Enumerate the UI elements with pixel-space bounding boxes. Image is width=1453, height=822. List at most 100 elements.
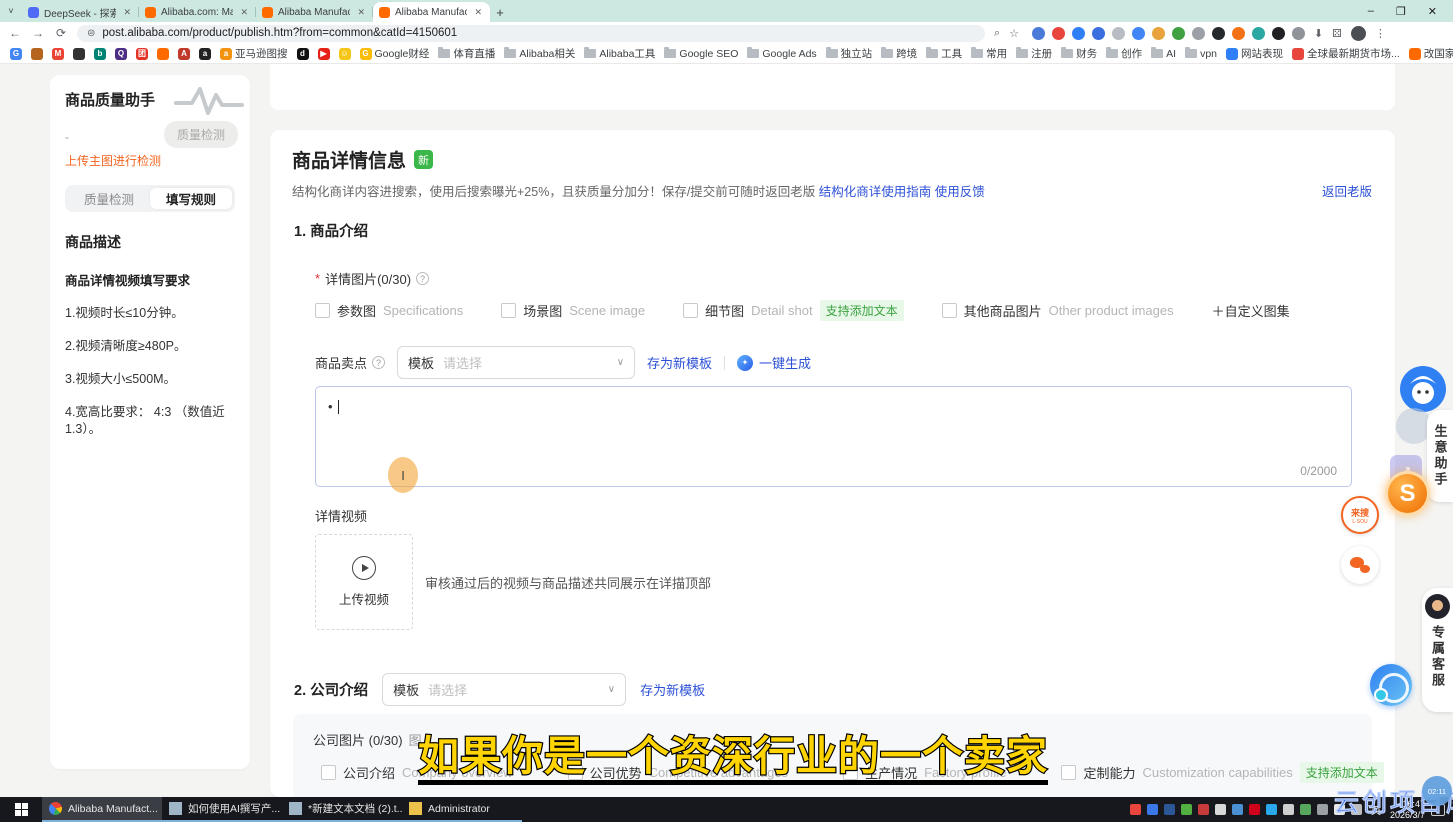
- bookmark-item[interactable]: G: [6, 48, 26, 60]
- zoom-icon[interactable]: ⌕: [994, 27, 1000, 40]
- bookmark-item[interactable]: 工具: [922, 46, 966, 61]
- browser-tab[interactable]: Alibaba Manufacturer Direct... ✕: [373, 2, 490, 22]
- template-dropdown[interactable]: 模板 请选择 ∨: [397, 346, 635, 379]
- browser-tab[interactable]: Alibaba Manufacturer Direct... ✕: [256, 2, 373, 22]
- bookmark-item[interactable]: Alibaba相关: [500, 46, 579, 61]
- extension-icon[interactable]: [1272, 27, 1285, 40]
- feedback-link[interactable]: 使用反馈: [935, 185, 985, 199]
- browser-tool-icon[interactable]: [1370, 664, 1412, 706]
- bookmark-item[interactable]: 体育直播: [434, 46, 499, 61]
- extension-icon[interactable]: [1212, 27, 1225, 40]
- extension-icon[interactable]: [1092, 27, 1105, 40]
- back-icon[interactable]: ←: [8, 26, 22, 40]
- bookmark-item[interactable]: AI: [1147, 48, 1180, 60]
- bookmark-item[interactable]: Q: [111, 48, 131, 60]
- bookmark-item[interactable]: [153, 48, 173, 60]
- guide-link[interactable]: 结构化商详使用指南: [819, 185, 932, 199]
- checkbox[interactable]: [683, 303, 698, 318]
- bookmark-item[interactable]: ▶: [314, 48, 334, 60]
- one-click-generate-button[interactable]: ✦ 一键生成: [737, 353, 811, 372]
- bookmark-item[interactable]: 改国家: [1405, 46, 1453, 61]
- downloads-icon[interactable]: ⬇: [1314, 27, 1323, 40]
- checkbox[interactable]: [321, 765, 336, 780]
- bookmark-item[interactable]: ☺: [335, 48, 355, 60]
- checkbox[interactable]: [942, 303, 957, 318]
- bookmark-item[interactable]: [69, 48, 89, 60]
- bookmark-item[interactable]: a 亚马逊图搜: [216, 46, 292, 61]
- laisou-search-button[interactable]: 来搜 L·SOU: [1341, 496, 1379, 534]
- puzzle-extensions-icon[interactable]: ⚄: [1332, 27, 1342, 40]
- bookmark-item[interactable]: 全球最新期货市场...: [1288, 46, 1404, 61]
- bookmark-item[interactable]: 团: [132, 48, 152, 60]
- taskbar-item[interactable]: 如何使用AI撰写产...: [162, 797, 282, 822]
- checkbox[interactable]: [501, 303, 516, 318]
- tray-icon[interactable]: [1215, 804, 1226, 815]
- bookmark-item[interactable]: Google SEO: [660, 48, 742, 60]
- back-to-old-version-link[interactable]: 返回老版: [1322, 181, 1372, 200]
- bookmark-item[interactable]: [27, 48, 47, 60]
- menu-dots-icon[interactable]: ⋮: [1375, 27, 1386, 40]
- extension-icon[interactable]: [1232, 27, 1245, 40]
- bookmark-item[interactable]: vpn: [1181, 48, 1221, 60]
- reload-icon[interactable]: ⟳: [54, 26, 68, 40]
- save-as-template-link[interactable]: 存为新模板: [647, 353, 712, 372]
- bookmark-item[interactable]: 注册: [1012, 46, 1056, 61]
- bookmark-item[interactable]: 常用: [967, 46, 1011, 61]
- panel-tab[interactable]: 质量检测: [68, 188, 150, 209]
- extension-icon[interactable]: [1152, 27, 1165, 40]
- extension-icon[interactable]: [1292, 27, 1305, 40]
- company-template-dropdown[interactable]: 模板 请选择 ∨: [382, 673, 626, 706]
- tab-search-chevron-icon[interactable]: ˅: [0, 0, 22, 22]
- bookmark-item[interactable]: d: [293, 48, 313, 60]
- url-field[interactable]: ⊜ post.alibaba.com/product/publish.htm?f…: [77, 25, 985, 42]
- help-icon[interactable]: ?: [416, 272, 429, 285]
- bookmark-star-icon[interactable]: ☆: [1009, 27, 1019, 40]
- profile-avatar[interactable]: [1351, 26, 1366, 41]
- tray-icon[interactable]: [1198, 804, 1209, 815]
- tray-icon[interactable]: [1249, 804, 1260, 815]
- selling-point-textarea[interactable]: • I 0/2000: [315, 386, 1352, 487]
- extension-icon[interactable]: [1132, 27, 1145, 40]
- tray-icon[interactable]: [1300, 804, 1311, 815]
- tray-icon[interactable]: [1266, 804, 1277, 815]
- close-button[interactable]: ✕: [1428, 5, 1437, 18]
- extension-icon[interactable]: [1052, 27, 1065, 40]
- quality-check-button[interactable]: 质量检测: [164, 121, 238, 148]
- forward-icon[interactable]: →: [31, 26, 45, 40]
- customer-service-pill[interactable]: 专属客服: [1422, 588, 1453, 712]
- tab-close-icon[interactable]: ✕: [472, 7, 484, 18]
- bookmark-item[interactable]: 网站表现: [1222, 46, 1287, 61]
- bookmark-item[interactable]: A: [174, 48, 194, 60]
- new-tab-button[interactable]: +: [490, 2, 510, 22]
- checkbox[interactable]: [315, 303, 330, 318]
- extension-icon[interactable]: [1172, 27, 1185, 40]
- tray-icon[interactable]: [1147, 804, 1158, 815]
- panel-tab[interactable]: 填写规则: [150, 188, 232, 209]
- start-button[interactable]: [0, 797, 42, 822]
- browser-tab[interactable]: DeepSeek - 探索未至之境 ✕: [22, 2, 139, 22]
- bookmark-item[interactable]: G Google财经: [356, 46, 434, 61]
- assistant-mascot-button[interactable]: [1400, 366, 1446, 412]
- bookmark-item[interactable]: b: [90, 48, 110, 60]
- tab-close-icon[interactable]: ✕: [238, 7, 250, 18]
- tray-icon[interactable]: [1130, 804, 1141, 815]
- tray-icon[interactable]: [1232, 804, 1243, 815]
- taskbar-item[interactable]: Administrator: [402, 797, 522, 822]
- bookmark-item[interactable]: 跨境: [877, 46, 921, 61]
- bookmark-item[interactable]: 独立站: [822, 46, 877, 61]
- tray-icon[interactable]: [1164, 804, 1175, 815]
- minimize-button[interactable]: –: [1368, 5, 1374, 17]
- extension-icon[interactable]: [1112, 27, 1125, 40]
- bookmark-item[interactable]: a: [195, 48, 215, 60]
- save-as-template-link[interactable]: 存为新模板: [640, 680, 705, 699]
- tray-icon[interactable]: [1181, 804, 1192, 815]
- upload-video-button[interactable]: 上传视频: [315, 534, 413, 630]
- extension-icon[interactable]: [1072, 27, 1085, 40]
- upload-main-image-link[interactable]: 上传主图进行检测: [65, 152, 235, 169]
- browser-tab[interactable]: Alibaba.com: Manufacturers... ✕: [139, 2, 256, 22]
- bookmark-item[interactable]: 创作: [1102, 46, 1146, 61]
- taskbar-item[interactable]: Alibaba Manufact...: [42, 797, 162, 822]
- business-assistant-pill[interactable]: 生意助手: [1427, 410, 1453, 502]
- bookmark-item[interactable]: M: [48, 48, 68, 60]
- custom-gallery-button[interactable]: ＋自定义图集: [1212, 301, 1290, 320]
